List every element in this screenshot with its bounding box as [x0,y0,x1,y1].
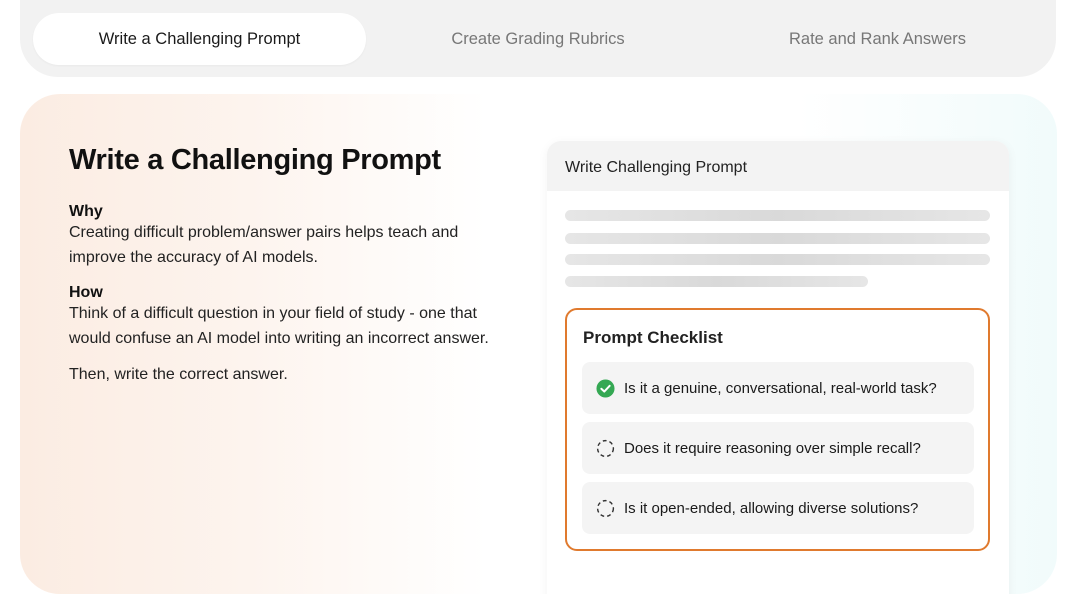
placeholder-line [565,276,868,287]
card-title: Write Challenging Prompt [547,141,1009,191]
dashed-circle-icon [596,499,615,517]
tab-rate-rank[interactable]: Rate and Rank Answers [710,13,1045,65]
checklist-item[interactable]: Is it open-ended, allowing diverse solut… [582,482,974,534]
placeholder-line [565,210,990,221]
placeholder-line [565,233,990,244]
checklist-item-label: Is it open-ended, allowing diverse solut… [624,499,919,517]
prompt-card: Write Challenging Prompt Prompt Checklis… [547,141,1009,594]
tab-write-prompt[interactable]: Write a Challenging Prompt [33,13,366,65]
tab-grading-rubrics[interactable]: Create Grading Rubrics [368,13,708,65]
dashed-circle-icon [596,439,615,457]
check-circle-icon [596,378,615,398]
placeholder-line [565,254,990,265]
how-text: Think of a difficult question in your fi… [69,305,489,347]
checklist-item-label: Does it require reasoning over simple re… [624,439,921,457]
prompt-checklist: Prompt Checklist Is it a genuine, conver… [565,308,990,551]
then-text: Then, write the correct answer. [69,366,288,383]
why-text: Creating difficult problem/answer pairs … [69,224,459,266]
how-heading: How [69,284,103,301]
instructions: Write a Challenging Prompt Why Creating … [69,144,509,384]
main-panel: Write a Challenging Prompt Why Creating … [20,94,1057,594]
page-title: Write a Challenging Prompt [69,144,441,176]
checklist-title: Prompt Checklist [583,328,723,347]
checklist-item-label: Is it a genuine, conversational, real-wo… [624,379,937,397]
checklist-item[interactable]: Is it a genuine, conversational, real-wo… [582,362,974,414]
why-heading: Why [69,203,103,220]
checklist-item[interactable]: Does it require reasoning over simple re… [582,422,974,474]
step-tabs: Write a Challenging Prompt Create Gradin… [20,0,1056,77]
